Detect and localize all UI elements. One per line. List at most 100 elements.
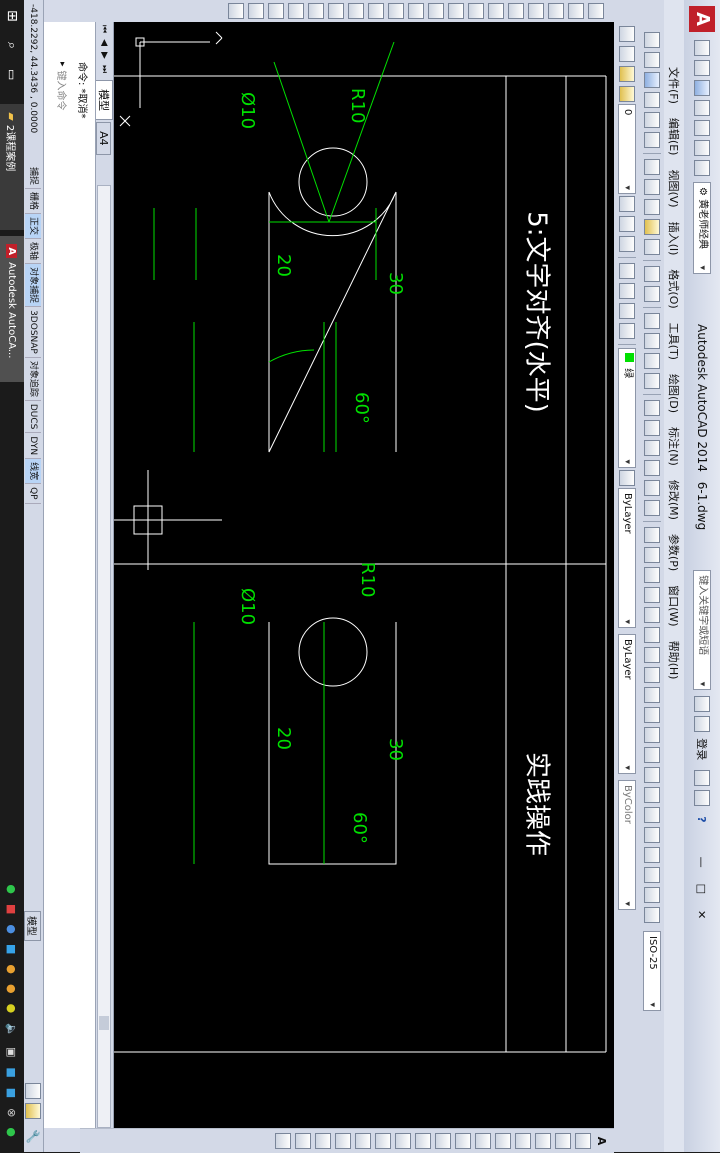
- polyline-icon[interactable]: [548, 3, 564, 19]
- tab-layout-a4[interactable]: A4: [96, 122, 112, 155]
- rectangle-icon[interactable]: [508, 3, 524, 19]
- menu-view[interactable]: 视图(V): [666, 162, 682, 214]
- dimstyle-select[interactable]: ISO-25: [643, 931, 661, 1011]
- dim-style-icon[interactable]: [619, 323, 635, 339]
- copy-object-icon[interactable]: [555, 1133, 571, 1149]
- break-icon[interactable]: [355, 1133, 371, 1149]
- tab-nav-prev-icon[interactable]: ◀: [99, 39, 109, 46]
- status-toggle[interactable]: 捕捉: [25, 164, 41, 190]
- status-toggle[interactable]: QP: [25, 484, 41, 504]
- zoom-realtime-icon[interactable]: [644, 333, 660, 349]
- line-icon[interactable]: [588, 3, 604, 19]
- dim-linear-icon[interactable]: [644, 527, 660, 543]
- make-block-icon[interactable]: [348, 3, 364, 19]
- wrench-icon[interactable]: 🔧: [26, 1129, 40, 1144]
- match-properties-icon[interactable]: [644, 219, 660, 235]
- mtext-icon[interactable]: [228, 3, 244, 19]
- drawing-area[interactable]: 5:文字对齐(水平) 实践操作 R10 Ø10 20 60° 30 R10 Ø1…: [114, 22, 614, 1128]
- layer-select[interactable]: 0: [618, 104, 636, 194]
- dim-ordinate-icon[interactable]: [644, 587, 660, 603]
- status-toggle[interactable]: 对象追踪: [25, 357, 41, 401]
- dim-angular-icon[interactable]: [644, 667, 660, 683]
- menu-tools[interactable]: 工具(T): [666, 316, 682, 367]
- command-input[interactable]: 键入命令: [55, 71, 70, 111]
- tray-icon-2[interactable]: ■: [6, 904, 19, 914]
- gradient-icon[interactable]: [288, 3, 304, 19]
- menu-help[interactable]: 帮助(H): [666, 634, 682, 687]
- join-icon[interactable]: [335, 1133, 351, 1149]
- dim-arc-icon[interactable]: [644, 567, 660, 583]
- login-link[interactable]: 登录: [694, 738, 710, 760]
- text-style-icon[interactable]: [619, 303, 635, 319]
- tray-icon-1[interactable]: ●: [6, 884, 19, 894]
- design-center-icon[interactable]: [644, 420, 660, 436]
- tolerance-icon[interactable]: [644, 787, 660, 803]
- tool-palettes-icon[interactable]: [644, 440, 660, 456]
- start-icon[interactable]: ⊞: [4, 10, 20, 22]
- user-icon[interactable]: [694, 716, 710, 733]
- taskbar-item-autocad[interactable]: A Autodesk AutoCA...: [0, 236, 24, 383]
- quickcalc-icon[interactable]: [644, 500, 660, 516]
- dim-break-icon[interactable]: [644, 767, 660, 783]
- table-icon[interactable]: [619, 283, 635, 299]
- jogged-linear-icon[interactable]: [644, 847, 660, 863]
- dim-text-edit-icon[interactable]: [644, 887, 660, 903]
- menu-format[interactable]: 格式(O): [666, 262, 682, 315]
- offset-icon[interactable]: [515, 1133, 531, 1149]
- hatch-icon[interactable]: [308, 3, 324, 19]
- scale-icon[interactable]: [435, 1133, 451, 1149]
- region-icon[interactable]: [268, 3, 284, 19]
- lineweight-select[interactable]: ByLayer: [618, 634, 636, 774]
- point-icon[interactable]: [328, 3, 344, 19]
- undo-icon[interactable]: [694, 140, 710, 156]
- copy-icon[interactable]: [644, 179, 660, 195]
- undo-tool-icon[interactable]: [644, 266, 660, 282]
- coordinates-readout[interactable]: -418.2292, 44.3436 , 0.0000: [28, 4, 38, 164]
- tray-icon-7[interactable]: ●: [6, 1004, 19, 1014]
- dim-update-icon[interactable]: [644, 907, 660, 923]
- tab-model[interactable]: 模型: [95, 80, 113, 121]
- tray-icon-9[interactable]: ■: [6, 1067, 19, 1077]
- rotate-icon[interactable]: [455, 1133, 471, 1149]
- menu-file[interactable]: 文件(F): [666, 60, 682, 111]
- cut-icon[interactable]: [644, 159, 660, 175]
- layer-on-icon[interactable]: [619, 66, 635, 82]
- dim-baseline-icon[interactable]: [644, 707, 660, 723]
- text-tool-icon[interactable]: A: [595, 1137, 608, 1146]
- properties-icon[interactable]: [644, 400, 660, 416]
- redo-tool-icon[interactable]: [644, 286, 660, 302]
- menu-dimension[interactable]: 标注(N): [666, 420, 682, 473]
- search-taskbar-icon[interactable]: ⌕: [5, 42, 20, 49]
- pan-icon[interactable]: [644, 313, 660, 329]
- publish-icon[interactable]: [644, 132, 660, 148]
- task-view-icon[interactable]: ▭: [5, 69, 19, 80]
- linetype-icon[interactable]: [619, 470, 635, 486]
- dim-space-icon[interactable]: [644, 747, 660, 763]
- menu-insert[interactable]: 插入(I): [666, 215, 682, 263]
- status-toggle[interactable]: 对象捕捉: [25, 264, 41, 308]
- zoom-previous-icon[interactable]: [644, 373, 660, 389]
- linetype-select[interactable]: ByLayer: [618, 488, 636, 628]
- status-toggle[interactable]: 极轴: [25, 239, 41, 265]
- plot-icon[interactable]: [644, 92, 660, 108]
- lock-icon[interactable]: [25, 1103, 41, 1120]
- tab-nav-first-icon[interactable]: ⏮: [99, 25, 109, 33]
- workspace-switch-icon[interactable]: [25, 1083, 41, 1100]
- layer-freeze-icon[interactable]: [619, 86, 635, 102]
- multileader-icon[interactable]: [619, 263, 635, 279]
- status-toggle[interactable]: 栅格: [25, 189, 41, 215]
- open-file-icon[interactable]: [694, 60, 710, 76]
- layer-properties-icon[interactable]: [619, 26, 635, 42]
- taskbar-item-folder[interactable]: ▰ 2课程案例: [0, 104, 24, 231]
- revcloud-icon[interactable]: [448, 3, 464, 19]
- zoom-window-icon[interactable]: [644, 353, 660, 369]
- construction-line-icon[interactable]: [568, 3, 584, 19]
- table-tool-icon[interactable]: [248, 3, 264, 19]
- block-editor-icon[interactable]: [644, 239, 660, 255]
- tab-nav-next-icon[interactable]: ▶: [99, 52, 109, 59]
- menu-edit[interactable]: 编辑(E): [666, 111, 682, 163]
- menu-modify[interactable]: 修改(M): [666, 473, 682, 527]
- menu-draw[interactable]: 绘图(D): [666, 367, 682, 420]
- tray-icon-3[interactable]: ●: [6, 924, 19, 934]
- make-current-icon[interactable]: [619, 196, 635, 212]
